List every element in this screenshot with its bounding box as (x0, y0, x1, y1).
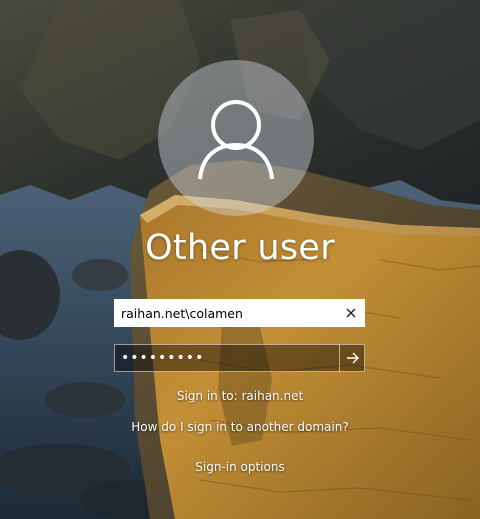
username-input[interactable] (115, 300, 343, 326)
sign-in-domain-text: Sign in to: raihan.net (176, 389, 304, 403)
password-input[interactable] (115, 345, 341, 371)
sign-in-options-link[interactable]: Sign-in options (0, 460, 480, 474)
clear-username-button[interactable] (338, 300, 364, 326)
account-name: Other user (145, 228, 335, 268)
lock-screen: Other user Sign in to: raihan.net How do… (0, 0, 480, 519)
password-field[interactable] (114, 344, 365, 372)
arrow-right-icon (346, 352, 359, 364)
user-avatar (158, 60, 314, 216)
other-domain-link[interactable]: How do I sign in to another domain? (0, 420, 480, 434)
username-field[interactable] (114, 299, 365, 327)
submit-button[interactable] (339, 344, 365, 372)
close-icon (346, 308, 356, 318)
user-silhouette-icon (198, 100, 274, 180)
